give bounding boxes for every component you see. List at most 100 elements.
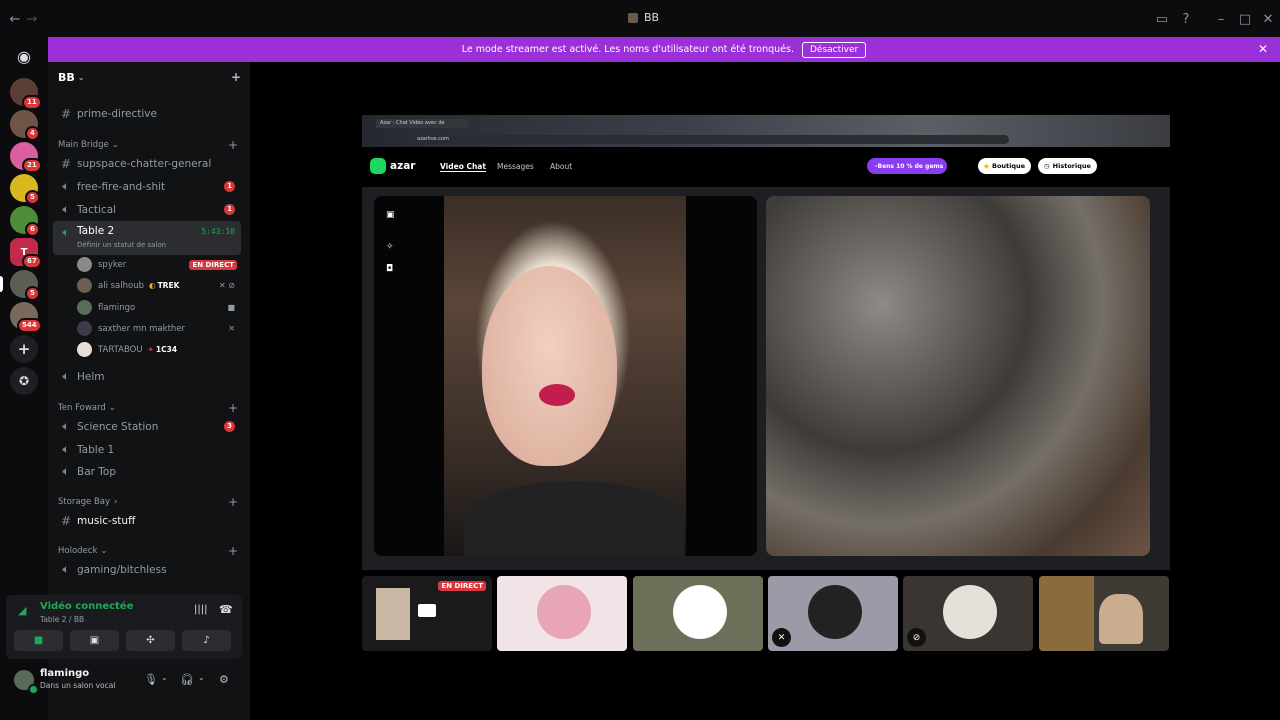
browser-url: azarlive.com [409,135,1009,144]
channel-supspace[interactable]: # supspace-chatter-general [53,153,241,174]
camera-button[interactable]: ■ [14,630,63,651]
maximize-icon[interactable]: □ [1236,10,1254,28]
user-panel: flamingo Dans un salon vocal 🎙︎ ⌄ 🎧︎ ⌄ ⚙ [6,662,242,698]
active-server-pill [0,276,3,292]
azar-logo-icon [370,158,386,174]
channel-timer: 5:43:10 [201,227,235,236]
soundboard-icon: ♪ [203,635,210,646]
voice-user-row[interactable]: TARTABOU ✦ 1C34 [77,340,239,359]
settings-gear-icon[interactable]: ⚙ [219,673,229,686]
avatar [537,585,591,639]
muted-deafened-icon: ✕ ⊘ [219,281,235,290]
microphone-icon[interactable]: 🎙︎ [144,673,158,686]
chevron-down-icon[interactable]: ⌄ [198,673,205,682]
explore-icon[interactable]: ✪ [10,367,38,395]
azar-nav-messages: Messages [497,162,534,171]
camera-icon: ■ [33,635,44,646]
voice-user-name: spyker [98,259,127,270]
gem-icon: ◆ [984,162,989,170]
channel-music-stuff[interactable]: # music-stuff [53,510,241,531]
server-icon [628,12,638,23]
soundboard-button[interactable]: ♪ [182,630,231,651]
local-video: ▣ ✧ ◘ [374,196,757,556]
help-icon[interactable]: ? [1177,10,1195,28]
voice-user-name: flamingo [98,302,136,313]
magic-wand-icon: ✧ [386,242,394,252]
channel-table-2[interactable]: 🔈︎ Table 2 5:43:10 Définir un statut de … [53,221,241,255]
signal-icon[interactable]: ◢ [18,604,26,617]
participant-tile[interactable]: ⊘ [903,576,1033,651]
minimize-icon[interactable]: – [1212,10,1230,28]
voice-user-row[interactable]: saxther mn makther ✕ [77,319,239,338]
server-badge: 5 [25,190,40,205]
channel-bar-top[interactable]: 🔈︎ Bar Top [53,461,241,482]
close-window-icon[interactable]: ✕ [1259,10,1277,28]
add-channel-icon[interactable]: + [228,495,238,509]
avatar [77,278,92,293]
clan-tag-icon: ✦ [147,345,154,354]
frame-icon: ▣ [386,210,395,220]
server-badge: 4 [25,126,40,141]
voice-user-name: saxther mn makther [98,323,186,334]
speaker-icon: 🔈︎ [62,442,70,456]
server-header[interactable]: BB ⌄ + [48,62,250,92]
screen-share-view[interactable]: Azar : Chat Vidéo avec de azarlive.com a… [362,115,1170,570]
screen-share-button[interactable]: ▣ [70,630,119,651]
browser-tab: Azar : Chat Vidéo avec de [376,119,468,128]
voice-user-name: TARTABOU [98,344,143,355]
participant-tile-stream[interactable]: EN DIRECT [362,576,492,651]
add-channel-icon[interactable]: + [228,401,238,415]
channel-helm[interactable]: 🔈︎ Helm [53,366,241,387]
mention-badge: 3 [224,421,235,432]
channel-free-fire[interactable]: 🔈︎ free-fire-and-shit 1 [53,176,241,197]
category-main-bridge[interactable]: Main Bridge ⌄ + [58,138,244,152]
chevron-down-icon: ⌄ [77,72,85,82]
channel-label: Table 1 [77,443,115,456]
channel-status[interactable]: Définir un statut de salon [77,241,166,249]
disable-streamer-button[interactable]: Désactiver [801,41,867,58]
participant-tile[interactable]: ✕ [768,576,898,651]
camera-icon: ■ [227,303,235,312]
disconnect-icon[interactable]: ☎ [219,603,233,616]
inbox-icon[interactable]: ▭ [1153,10,1171,28]
category-label: Ten Foward [58,403,106,413]
channel-label: prime-directive [77,107,157,120]
invite-people-icon[interactable]: + [231,70,241,84]
chevron-down-icon[interactable]: ⌄ [161,673,168,682]
add-channel-icon[interactable]: + [228,138,238,152]
voice-channel-name[interactable]: Table 2 / BB [40,615,84,624]
add-server-icon[interactable]: + [10,335,38,363]
voice-user-row[interactable]: flamingo ■ [77,298,239,317]
close-banner-icon[interactable]: ✕ [1258,42,1268,56]
discord-home-icon[interactable]: ◉ [10,42,38,70]
channel-label: supspace-chatter-general [77,157,212,170]
activities-button[interactable]: ✣ [126,630,175,651]
participant-tile-camera[interactable] [1039,576,1169,651]
channel-gaming[interactable]: 🔈︎ gaming/bitchless [53,559,241,580]
back-icon[interactable]: ← [6,10,24,28]
forward-icon[interactable]: → [23,10,41,28]
avatar [673,585,727,639]
live-badge: EN DIRECT [189,259,237,270]
chevron-down-icon: ⌄ [100,546,108,556]
category-ten-foward[interactable]: Ten Foward ⌄ + [58,401,244,415]
category-label: Main Bridge [58,140,109,150]
headphones-icon[interactable]: 🎧︎ [180,673,194,686]
category-storage-bay[interactable]: Storage Bay › + [58,495,244,509]
voice-user-row[interactable]: ali salhoub ◐ TREK ✕ ⊘ [77,276,239,295]
username[interactable]: flamingo [40,668,89,679]
channel-science-station[interactable]: 🔈︎ Science Station 3 [53,416,241,437]
participant-tile[interactable] [497,576,627,651]
azar-promo: -Bens 10 % de gems [867,158,947,174]
window-title-text: BB [644,11,660,24]
channel-tactical[interactable]: 🔈︎ Tactical 1 [53,199,241,220]
category-holodeck[interactable]: Holodeck ⌄ + [58,544,244,558]
noise-suppression-icon[interactable]: |||| [194,604,207,615]
voice-user-row[interactable]: spyker EN DIRECT [77,255,239,274]
participant-tile[interactable] [633,576,763,651]
azar-logo: azar [370,158,415,174]
channel-table-1[interactable]: 🔈︎ Table 1 [53,439,241,460]
add-channel-icon[interactable]: + [228,544,238,558]
online-status-icon [28,684,39,695]
channel-prime-directive[interactable]: # prime-directive [53,103,241,124]
